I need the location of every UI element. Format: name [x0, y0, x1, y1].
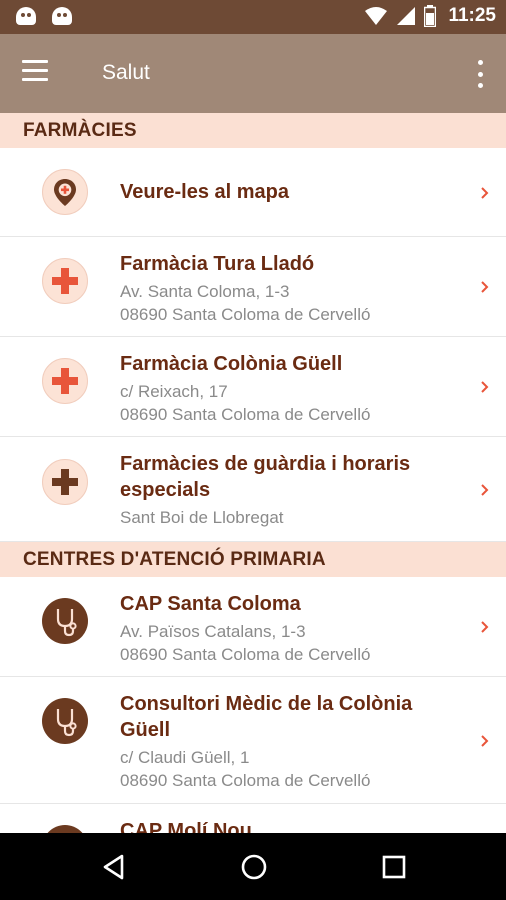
status-bar: 11:25: [0, 0, 506, 34]
list-item-title: Farmàcia Tura Lladó: [120, 253, 315, 275]
system-navigation-bar: [0, 833, 506, 900]
list-item-pharmacy[interactable]: Farmàcia Colònia Güell c/ Reixach, 17 08…: [0, 337, 506, 437]
android-notification-icon: [16, 7, 36, 25]
list-item-title: Veure-les al mapa: [120, 181, 289, 203]
map-pin-icon: [42, 169, 88, 215]
hamburger-menu-icon[interactable]: [22, 60, 58, 88]
list-item-health-center[interactable]: CAP Molí Nou: [0, 804, 506, 833]
section-header-farmacies: FARMÀCIES: [0, 113, 506, 148]
cell-signal-icon: [397, 7, 416, 25]
postal-line: 08690 Santa Coloma de Cervelló: [120, 405, 371, 424]
list-item-pharmacy[interactable]: Farmàcia Tura Lladó Av. Santa Coloma, 1-…: [0, 237, 506, 337]
chevron-right-icon: [481, 484, 489, 496]
section-header-caps: CENTRES D'ATENCIÓ PRIMARIA: [0, 542, 506, 577]
stethoscope-icon: [42, 698, 88, 744]
list-item-title: Farmàcies de guàrdia i horaris: [120, 453, 411, 475]
list-item-title: CAP Molí Nou: [120, 820, 252, 833]
list-item-title-cont: Güell: [120, 719, 171, 741]
battery-icon: [424, 5, 437, 27]
postal-line: 08690 Santa Coloma de Cervelló: [120, 305, 371, 324]
red-cross-icon: [42, 258, 88, 304]
address-line: c/ Reixach, 17: [120, 382, 228, 401]
list-item-on-duty-pharmacies[interactable]: Farmàcies de guàrdia i horaris especials…: [0, 437, 506, 542]
chevron-right-icon: [481, 187, 489, 199]
list-item-title: CAP Santa Coloma: [120, 593, 301, 615]
address-line: Av. Santa Coloma, 1-3: [120, 282, 290, 301]
wifi-icon: [365, 7, 388, 25]
list-item-health-center[interactable]: Consultori Mèdic de la Colònia Güell c/ …: [0, 677, 506, 804]
recent-apps-icon[interactable]: [378, 851, 410, 883]
chevron-right-icon: [481, 621, 489, 633]
address-line: c/ Claudi Güell, 1: [120, 748, 250, 767]
status-time: 11:25: [448, 5, 496, 26]
chevron-right-icon: [481, 381, 489, 393]
chevron-right-icon: [481, 735, 489, 747]
list-item-health-center[interactable]: CAP Santa Coloma Av. Països Catalans, 1-…: [0, 577, 506, 677]
android-notification-icon: [52, 7, 72, 25]
stethoscope-icon: [42, 598, 88, 644]
home-icon[interactable]: [238, 851, 270, 883]
list-item-title: Farmàcia Colònia Güell: [120, 353, 343, 375]
red-cross-icon: [42, 358, 88, 404]
postal-line: 08690 Santa Coloma de Cervelló: [120, 771, 371, 790]
list-item-map[interactable]: Veure-les al mapa: [0, 148, 506, 237]
content-list: FARMÀCIES Veure-les al mapa Farmàcia Tur…: [0, 113, 506, 833]
dark-cross-icon: [42, 459, 88, 505]
chevron-right-icon: [481, 281, 489, 293]
app-bar: Salut: [0, 34, 506, 113]
stethoscope-icon: [42, 825, 88, 833]
list-item-title: Consultori Mèdic de la Colònia: [120, 693, 413, 715]
location-line: Sant Boi de Llobregat: [120, 508, 284, 527]
overflow-menu-icon[interactable]: [474, 60, 486, 88]
address-line: Av. Països Catalans, 1-3: [120, 622, 306, 641]
postal-line: 08690 Santa Coloma de Cervelló: [120, 645, 371, 664]
app-title: Salut: [102, 61, 150, 84]
list-item-title-cont: especials: [120, 479, 211, 501]
back-icon[interactable]: [98, 851, 130, 883]
